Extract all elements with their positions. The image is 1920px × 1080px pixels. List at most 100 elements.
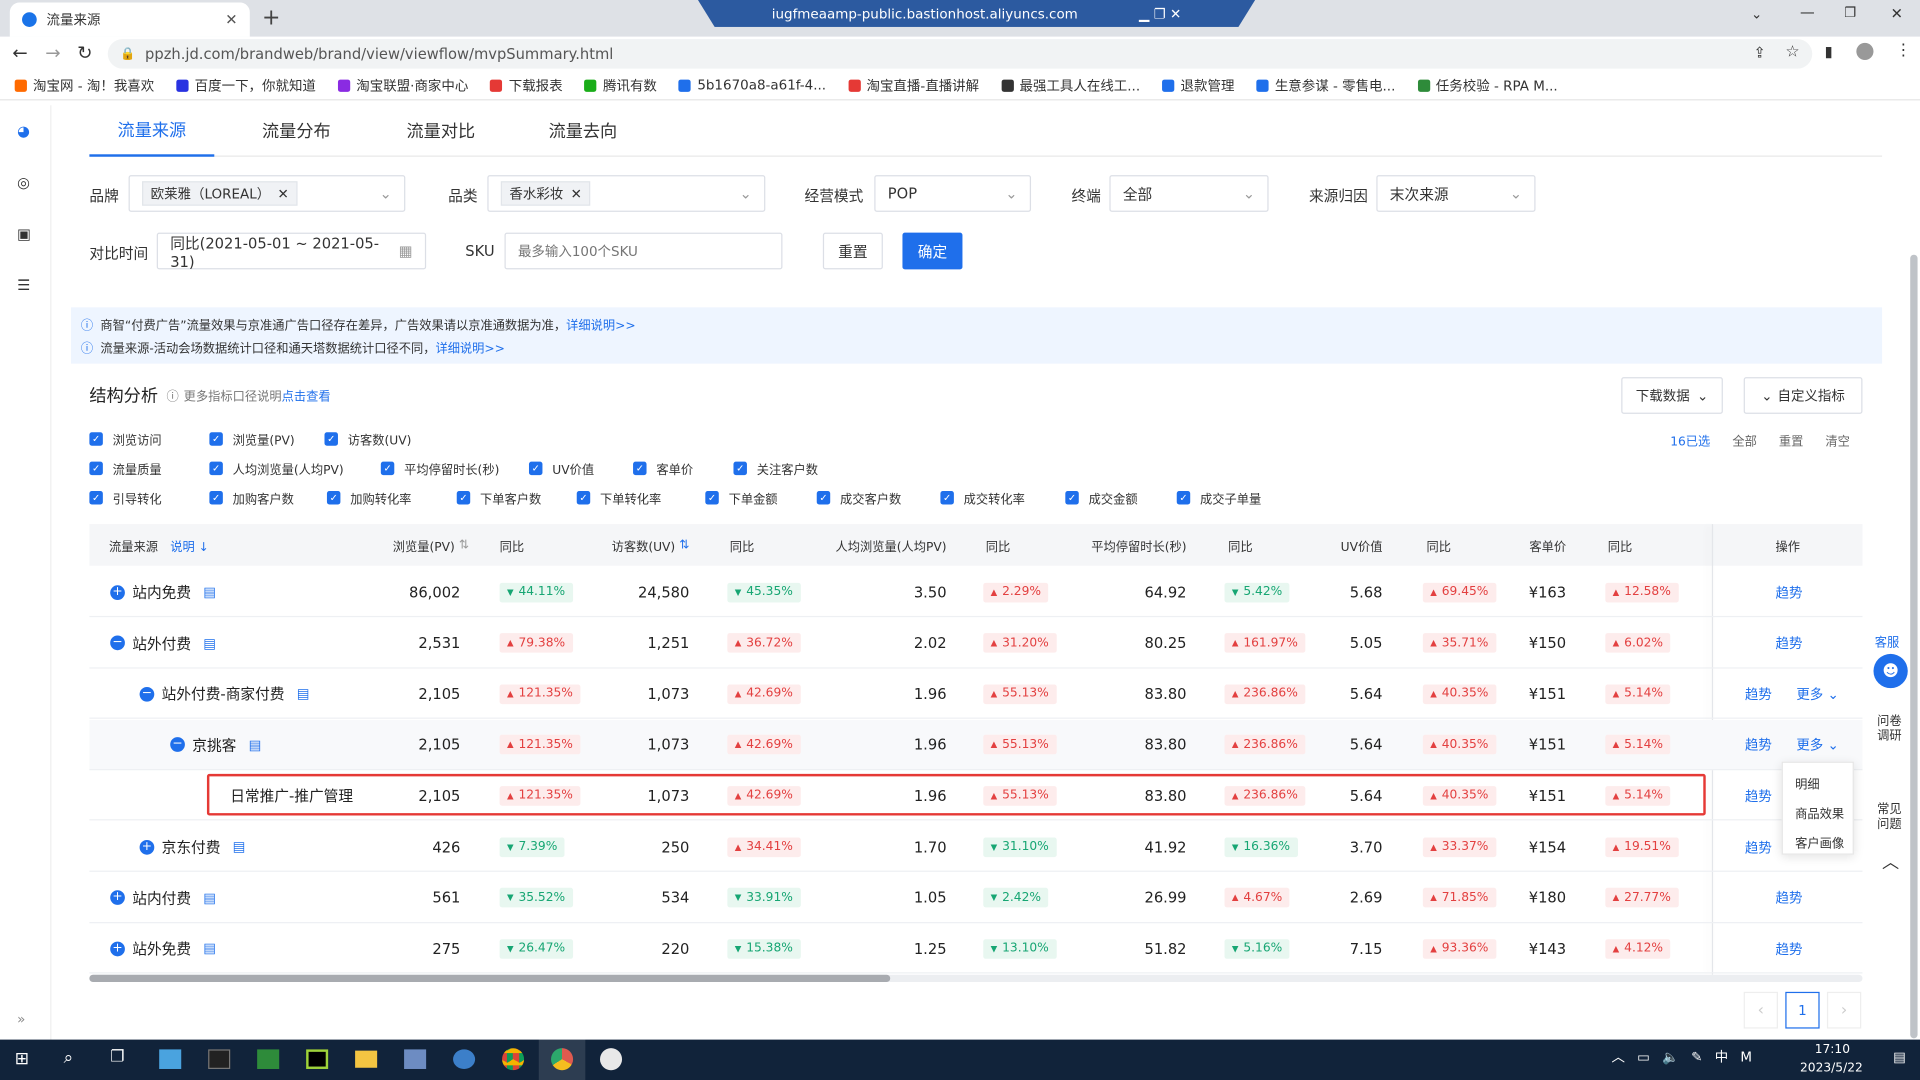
doc-icon[interactable]: ▤: [203, 941, 216, 957]
bookmark-item[interactable]: 任务校验 - RPA M...: [1417, 75, 1558, 95]
source-name[interactable]: 京挑客: [192, 734, 236, 755]
expand-icon[interactable]: »: [17, 1011, 25, 1027]
bookmark-item[interactable]: 下载报表: [490, 75, 563, 95]
other-app-icon[interactable]: [600, 1048, 623, 1071]
maximize-icon[interactable]: ❐: [1844, 5, 1856, 21]
metric-checkbox[interactable]: ✓ 成交子单量: [1176, 487, 1261, 507]
category-select[interactable]: 香水彩妆 ✕ ⌄: [487, 175, 766, 212]
bookmark-item[interactable]: 退款管理: [1162, 75, 1234, 95]
scrollbar-thumb[interactable]: [89, 974, 891, 983]
menu-item[interactable]: 客户画像: [1783, 827, 1853, 856]
notification-icon[interactable]: ▤: [1893, 1049, 1906, 1065]
tab-3[interactable]: 流量去向: [520, 105, 645, 156]
survey-link[interactable]: 问卷调研: [1877, 715, 1904, 744]
chrome-icon[interactable]: [502, 1048, 525, 1071]
remove-icon[interactable]: ✕: [571, 186, 582, 202]
brand-select[interactable]: 欧莱雅（LOREAL） ✕ ⌄: [128, 175, 406, 212]
chart-icon[interactable]: ◕: [17, 122, 30, 139]
metric-checkbox[interactable]: ✓ 关注客户数: [733, 458, 818, 478]
trend-link[interactable]: 趋势: [1776, 633, 1803, 653]
next-page-icon[interactable]: ›: [1826, 991, 1862, 1029]
vertical-scrollbar[interactable]: [1910, 254, 1918, 1039]
reset-selection-link[interactable]: 重置: [1779, 431, 1803, 449]
metric-checkbox[interactable]: ✓ 流量质量: [89, 458, 162, 478]
tab-0[interactable]: 流量来源: [89, 105, 215, 157]
trend-link[interactable]: 趋势: [1776, 888, 1803, 908]
expand-icon[interactable]: +: [110, 890, 125, 906]
clock-time[interactable]: 17:10: [1815, 1043, 1850, 1056]
search-icon[interactable]: ⌕: [64, 1048, 74, 1068]
app-icon[interactable]: [159, 1049, 182, 1069]
share-icon[interactable]: ⇪: [1753, 44, 1765, 61]
network-icon[interactable]: ▭: [1637, 1049, 1650, 1065]
bookmark-item[interactable]: 淘宝直播-直播讲解: [848, 75, 979, 95]
bookmark-item[interactable]: 百度一下，你就知道: [176, 75, 316, 95]
doc-icon[interactable]: ▤: [203, 635, 216, 651]
clear-selection-link[interactable]: 清空: [1825, 431, 1849, 449]
sidepanel-icon[interactable]: ▮: [1825, 43, 1833, 60]
custom-metrics-button[interactable]: ⌄ 自定义指标: [1743, 377, 1863, 414]
confirm-button[interactable]: 确定: [902, 232, 963, 270]
pycharm-icon[interactable]: [306, 1049, 329, 1069]
kefu-label[interactable]: 客服: [1875, 632, 1899, 650]
bookmark-item[interactable]: 淘宝联盟·商家中心: [337, 75, 468, 95]
back-icon[interactable]: ←: [12, 42, 27, 64]
source-name[interactable]: 站内付费: [132, 887, 191, 908]
window-controls-icon[interactable]: ▁ ❐ ✕: [1139, 6, 1181, 22]
metric-checkbox[interactable]: ✓ 人均浏览量(人均PV): [209, 458, 344, 478]
source-name[interactable]: 京东付费: [162, 836, 221, 857]
metric-checkbox[interactable]: ✓ 下单转化率: [576, 487, 661, 507]
metric-checkbox[interactable]: ✓ 加购客户数: [209, 487, 294, 507]
prev-page-icon[interactable]: ‹: [1743, 991, 1778, 1029]
back-to-top-icon[interactable]: ︿: [1882, 850, 1899, 874]
trend-link[interactable]: 趋势: [1745, 735, 1772, 755]
tool-icon[interactable]: [404, 1049, 427, 1069]
minimize-icon[interactable]: ⌄: [1751, 6, 1762, 22]
time-picker[interactable]: 同比(2021-05-01 ~ 2021-05-31) ▦: [156, 232, 427, 270]
reset-button[interactable]: 重置: [822, 232, 883, 270]
trend-link[interactable]: 趋势: [1776, 939, 1803, 959]
source-name[interactable]: 站外付费: [132, 633, 191, 654]
collapse-icon[interactable]: −: [110, 635, 125, 651]
terminal-icon[interactable]: [208, 1049, 231, 1069]
terminal-select[interactable]: 全部 ⌄: [1109, 175, 1269, 212]
close-window-icon[interactable]: ✕: [1891, 5, 1903, 22]
horizontal-scrollbar[interactable]: [89, 974, 1863, 983]
metric-checkbox[interactable]: ✓ 客单价: [633, 458, 693, 478]
metric-checkbox[interactable]: ✓ 成交金额: [1065, 487, 1138, 507]
trend-link[interactable]: 趋势: [1745, 837, 1772, 857]
bookmark-item[interactable]: 最强工具人在线工...: [1001, 75, 1140, 95]
remove-icon[interactable]: ✕: [278, 186, 289, 202]
trend-link[interactable]: 趋势: [1745, 684, 1772, 704]
menu-item[interactable]: 明细: [1783, 768, 1853, 797]
expand-icon[interactable]: +: [139, 839, 155, 855]
expand-icon[interactable]: +: [110, 941, 125, 956]
doc-icon[interactable]: ▤: [249, 737, 262, 753]
attribution-select[interactable]: 末次来源 ⌄: [1376, 175, 1536, 212]
minimize-window-icon[interactable]: —: [1800, 4, 1815, 21]
more-link[interactable]: 更多 ⌄: [1796, 684, 1839, 704]
profile-icon[interactable]: [1856, 42, 1874, 61]
network-app-icon[interactable]: [453, 1049, 476, 1069]
menu-icon[interactable]: ⋮: [1896, 42, 1912, 60]
task-view-icon[interactable]: ❐: [110, 1048, 124, 1066]
robot-icon[interactable]: ☻: [1873, 653, 1908, 689]
forward-icon[interactable]: →: [45, 42, 60, 64]
select-all-link[interactable]: 全部: [1732, 431, 1756, 449]
ime-mode-icon[interactable]: M: [1740, 1049, 1752, 1065]
bookmark-item[interactable]: 5b1670a8-a61f-4...: [678, 77, 826, 93]
new-tab-icon[interactable]: +: [262, 5, 280, 31]
collapse-icon[interactable]: −: [139, 686, 155, 702]
metric-checkbox[interactable]: ✓ 平均停留时长(秒): [380, 458, 499, 478]
star-icon[interactable]: ☆: [1785, 43, 1799, 61]
browser-tab[interactable]: 流量来源 ✕: [9, 2, 250, 37]
hint-link[interactable]: 点击查看: [282, 386, 331, 404]
notice-link[interactable]: 详细说明>>: [435, 338, 505, 356]
doc-icon[interactable]: ▤: [297, 686, 310, 702]
metric-checkbox[interactable]: ✓ UV价值: [528, 458, 594, 478]
list-icon[interactable]: ☰: [17, 277, 30, 294]
col-pv[interactable]: 浏览量(PV) ⇅: [371, 524, 469, 566]
collapse-icon[interactable]: −: [170, 737, 185, 753]
close-icon[interactable]: ✕: [225, 11, 237, 28]
reload-icon[interactable]: ↻: [77, 42, 92, 64]
